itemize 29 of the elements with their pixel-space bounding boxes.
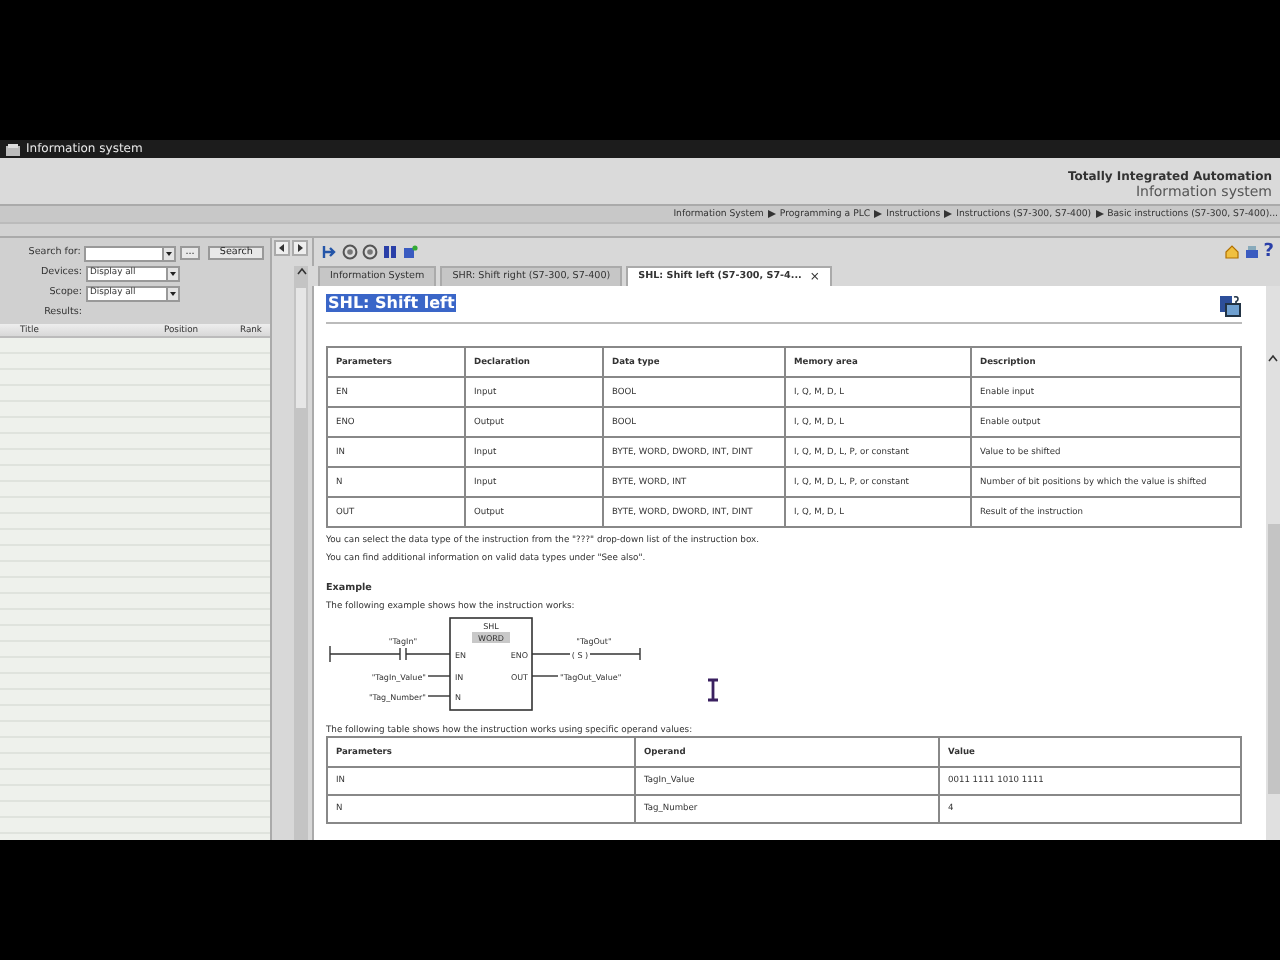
wire xyxy=(427,675,451,677)
left-arrow-icon[interactable] xyxy=(274,240,290,256)
instruction-box xyxy=(449,617,533,711)
wire xyxy=(531,653,571,655)
text-cursor-icon xyxy=(706,678,720,702)
scrollbar-thumb[interactable] xyxy=(1267,524,1279,794)
book-help-icon xyxy=(1218,294,1242,318)
wire xyxy=(427,695,451,697)
breadcrumb-arrow-icon xyxy=(1095,210,1104,218)
scrollbar[interactable] xyxy=(1266,286,1280,840)
wire xyxy=(531,675,559,677)
right-arrow-icon[interactable] xyxy=(292,240,308,256)
print-icon[interactable] xyxy=(1243,244,1260,260)
breadcrumb-arrow-icon xyxy=(944,210,953,218)
breadcrumb-arrow-icon xyxy=(767,210,776,218)
dropdown-arrow-icon[interactable] xyxy=(166,287,178,299)
document-icon[interactable] xyxy=(402,244,418,260)
document-title: SHL: Shift left xyxy=(326,294,457,312)
search-field[interactable] xyxy=(84,245,176,261)
help-button[interactable]: ? xyxy=(1263,243,1274,261)
columns-icon[interactable] xyxy=(382,244,398,260)
scrollbar-thumb[interactable] xyxy=(296,288,306,408)
scrollbar[interactable] xyxy=(294,266,308,840)
dropdown-arrow-icon[interactable] xyxy=(166,267,178,279)
contact-wire xyxy=(329,647,451,661)
dropdown-arrow-icon[interactable] xyxy=(161,247,174,259)
wire xyxy=(589,647,641,661)
home-icon[interactable] xyxy=(1223,244,1240,260)
breadcrumb-arrow-icon xyxy=(874,210,883,218)
